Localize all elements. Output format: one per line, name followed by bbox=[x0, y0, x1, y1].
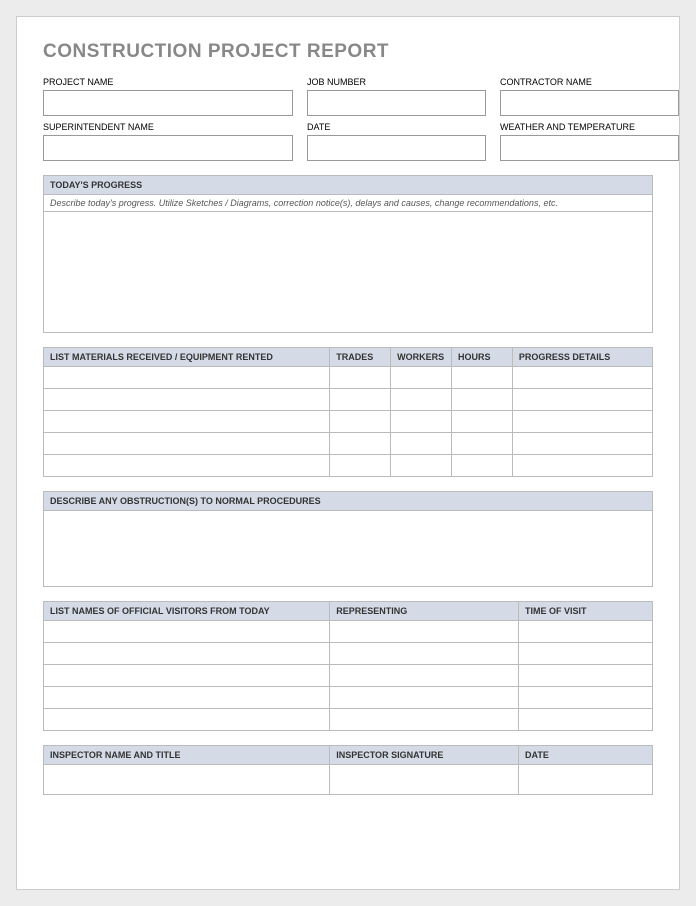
cell[interactable] bbox=[512, 389, 652, 411]
cell[interactable] bbox=[44, 709, 330, 731]
section-progress: TODAY'S PROGRESS Describe today's progre… bbox=[43, 175, 653, 333]
cell[interactable] bbox=[391, 455, 452, 477]
cell[interactable] bbox=[44, 389, 330, 411]
th-materials-4: PROGRESS DETAILS bbox=[512, 348, 652, 367]
cell[interactable] bbox=[330, 389, 391, 411]
cell[interactable] bbox=[330, 643, 519, 665]
cell[interactable] bbox=[452, 433, 513, 455]
cell[interactable] bbox=[44, 411, 330, 433]
th-visitors-1: REPRESENTING bbox=[330, 602, 519, 621]
table-inspector: INSPECTOR NAME AND TITLE INSPECTOR SIGNA… bbox=[43, 745, 653, 795]
field-row-2: SUPERINTENDENT NAME DATE WEATHER AND TEM… bbox=[43, 122, 653, 161]
field-contractor-name: CONTRACTOR NAME bbox=[500, 77, 679, 116]
cell[interactable] bbox=[512, 367, 652, 389]
cell[interactable] bbox=[452, 389, 513, 411]
cell[interactable] bbox=[512, 455, 652, 477]
cell[interactable] bbox=[391, 411, 452, 433]
cell[interactable] bbox=[44, 621, 330, 643]
label-weather: WEATHER AND TEMPERATURE bbox=[500, 122, 679, 132]
table-row bbox=[44, 389, 653, 411]
input-date[interactable] bbox=[307, 135, 486, 161]
table-row bbox=[44, 665, 653, 687]
field-date: DATE bbox=[307, 122, 486, 161]
cell[interactable] bbox=[330, 367, 391, 389]
input-contractor-name[interactable] bbox=[500, 90, 679, 116]
cell[interactable] bbox=[519, 643, 653, 665]
table-row bbox=[44, 367, 653, 389]
cell[interactable] bbox=[44, 765, 330, 795]
input-weather[interactable] bbox=[500, 135, 679, 161]
field-job-number: JOB NUMBER bbox=[307, 77, 486, 116]
table-row bbox=[44, 765, 653, 795]
cell[interactable] bbox=[44, 643, 330, 665]
section-obstruction: DESCRIBE ANY OBSTRUCTION(S) TO NORMAL PR… bbox=[43, 491, 653, 587]
cell[interactable] bbox=[452, 455, 513, 477]
label-contractor-name: CONTRACTOR NAME bbox=[500, 77, 679, 87]
label-job-number: JOB NUMBER bbox=[307, 77, 486, 87]
th-materials-0: LIST MATERIALS RECEIVED / EQUIPMENT RENT… bbox=[44, 348, 330, 367]
label-project-name: PROJECT NAME bbox=[43, 77, 293, 87]
input-job-number[interactable] bbox=[307, 90, 486, 116]
cell[interactable] bbox=[44, 433, 330, 455]
table-row bbox=[44, 455, 653, 477]
body-progress[interactable] bbox=[44, 212, 652, 332]
instructions-progress: Describe today's progress. Utilize Sketc… bbox=[44, 195, 652, 212]
cell[interactable] bbox=[330, 621, 519, 643]
field-weather: WEATHER AND TEMPERATURE bbox=[500, 122, 679, 161]
field-project-name: PROJECT NAME bbox=[43, 77, 293, 116]
cell[interactable] bbox=[519, 687, 653, 709]
table-row bbox=[44, 709, 653, 731]
cell[interactable] bbox=[512, 433, 652, 455]
th-materials-2: WORKERS bbox=[391, 348, 452, 367]
th-visitors-0: LIST NAMES OF OFFICIAL VISITORS FROM TOD… bbox=[44, 602, 330, 621]
report-page: CONSTRUCTION PROJECT REPORT PROJECT NAME… bbox=[16, 16, 680, 890]
th-materials-3: HOURS bbox=[452, 348, 513, 367]
th-visitors-2: TIME OF VISIT bbox=[519, 602, 653, 621]
cell[interactable] bbox=[330, 411, 391, 433]
cell[interactable] bbox=[519, 621, 653, 643]
cell[interactable] bbox=[519, 709, 653, 731]
cell[interactable] bbox=[330, 687, 519, 709]
cell[interactable] bbox=[391, 433, 452, 455]
cell[interactable] bbox=[44, 687, 330, 709]
cell[interactable] bbox=[391, 367, 452, 389]
th-inspector-2: DATE bbox=[519, 746, 653, 765]
cell[interactable] bbox=[512, 411, 652, 433]
cell[interactable] bbox=[452, 411, 513, 433]
table-row bbox=[44, 411, 653, 433]
input-superintendent-name[interactable] bbox=[43, 135, 293, 161]
table-materials: LIST MATERIALS RECEIVED / EQUIPMENT RENT… bbox=[43, 347, 653, 477]
cell[interactable] bbox=[330, 433, 391, 455]
cell[interactable] bbox=[330, 455, 391, 477]
cell[interactable] bbox=[391, 389, 452, 411]
input-project-name[interactable] bbox=[43, 90, 293, 116]
table-row bbox=[44, 643, 653, 665]
cell[interactable] bbox=[519, 665, 653, 687]
header-obstruction: DESCRIBE ANY OBSTRUCTION(S) TO NORMAL PR… bbox=[44, 492, 652, 511]
header-progress: TODAY'S PROGRESS bbox=[44, 176, 652, 195]
table-visitors: LIST NAMES OF OFFICIAL VISITORS FROM TOD… bbox=[43, 601, 653, 731]
th-inspector-1: INSPECTOR SIGNATURE bbox=[330, 746, 519, 765]
table-row bbox=[44, 433, 653, 455]
cell[interactable] bbox=[330, 665, 519, 687]
page-title: CONSTRUCTION PROJECT REPORT bbox=[43, 41, 653, 63]
cell[interactable] bbox=[330, 765, 519, 795]
cell[interactable] bbox=[44, 665, 330, 687]
body-obstruction[interactable] bbox=[44, 511, 652, 586]
table-row bbox=[44, 621, 653, 643]
table-row bbox=[44, 687, 653, 709]
field-superintendent-name: SUPERINTENDENT NAME bbox=[43, 122, 293, 161]
th-materials-1: TRADES bbox=[330, 348, 391, 367]
cell[interactable] bbox=[519, 765, 653, 795]
th-inspector-0: INSPECTOR NAME AND TITLE bbox=[44, 746, 330, 765]
cell[interactable] bbox=[330, 709, 519, 731]
cell[interactable] bbox=[44, 455, 330, 477]
cell[interactable] bbox=[44, 367, 330, 389]
field-row-1: PROJECT NAME JOB NUMBER CONTRACTOR NAME bbox=[43, 77, 653, 116]
label-superintendent-name: SUPERINTENDENT NAME bbox=[43, 122, 293, 132]
cell[interactable] bbox=[452, 367, 513, 389]
label-date: DATE bbox=[307, 122, 486, 132]
